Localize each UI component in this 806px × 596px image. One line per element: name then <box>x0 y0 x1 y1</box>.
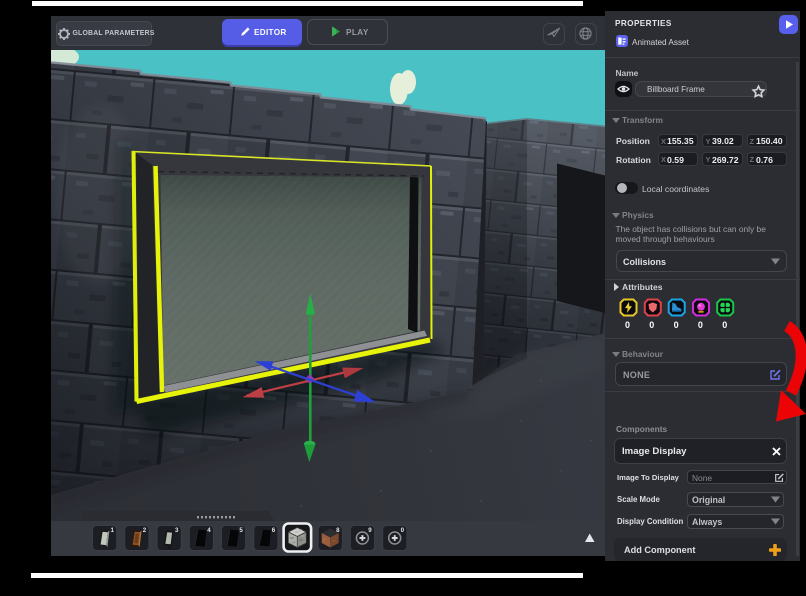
svg-text:0: 0 <box>401 527 405 534</box>
svg-text:1: 1 <box>111 527 115 534</box>
svg-text:8: 8 <box>336 527 340 534</box>
svg-text:9: 9 <box>368 527 372 534</box>
svg-text:4: 4 <box>207 527 211 534</box>
svg-text:2: 2 <box>143 527 147 534</box>
svg-text:5: 5 <box>239 527 243 534</box>
svg-text:3: 3 <box>175 527 179 534</box>
svg-text:6: 6 <box>272 527 276 534</box>
